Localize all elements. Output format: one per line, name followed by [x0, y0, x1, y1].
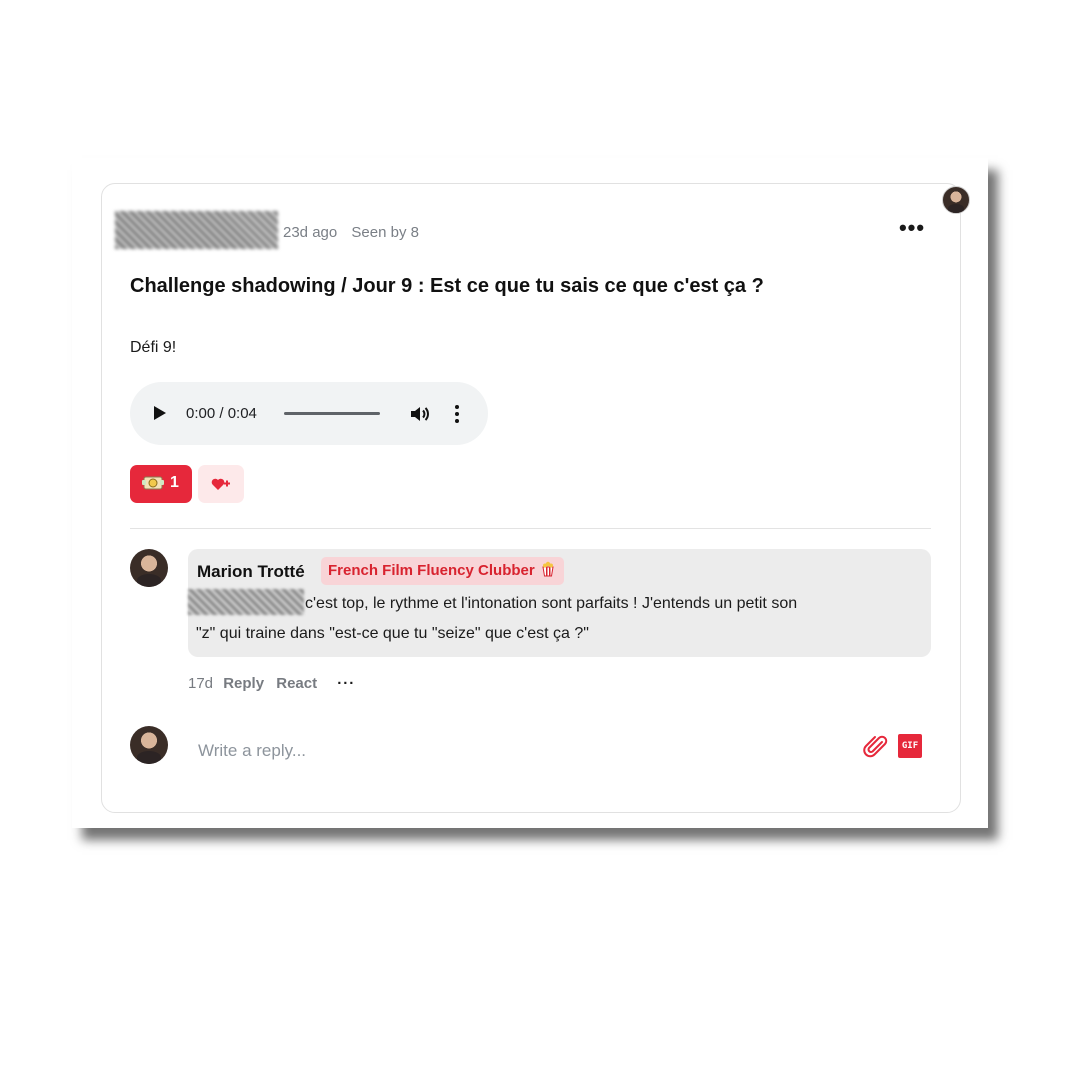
play-icon[interactable] — [154, 406, 166, 420]
heart-plus-icon — [211, 478, 230, 490]
post-meta: 23d ago Seen by 8 — [283, 224, 419, 241]
viewer-avatar[interactable] — [942, 186, 970, 214]
post-time: 23d ago — [283, 224, 338, 241]
popcorn-icon — [541, 559, 555, 587]
comment-more-icon[interactable]: ··· — [337, 675, 355, 692]
audio-options-icon[interactable] — [448, 402, 466, 426]
reply-input[interactable] — [196, 736, 840, 766]
member-badge: French Film Fluency Clubber — [321, 557, 564, 585]
reply-avatar — [130, 726, 168, 764]
author-name-redacted — [115, 211, 278, 249]
comment-text-line2: "z" qui traine dans "est-ce que tu "seiz… — [196, 625, 589, 642]
gif-icon[interactable]: GIF — [898, 734, 922, 758]
mention-redacted — [188, 589, 304, 615]
reaction-button[interactable]: 1 — [130, 465, 192, 503]
reply-link[interactable]: Reply — [223, 675, 264, 692]
comment-age: 17d — [188, 675, 214, 692]
more-horizontal-icon[interactable]: ••• — [898, 217, 926, 241]
paperclip-icon[interactable] — [862, 733, 890, 761]
badge-label: French Film Fluency Clubber — [328, 562, 535, 579]
seen-by-count[interactable]: Seen by 8 — [351, 224, 419, 241]
reaction-count: 1 — [170, 474, 179, 491]
divider — [130, 528, 931, 529]
comment-actions: 17d Reply React ··· — [188, 675, 355, 692]
post-title: Challenge shadowing / Jour 9 : Est ce qu… — [130, 275, 764, 297]
comment-author[interactable]: Marion Trotté — [197, 562, 305, 582]
react-link[interactable]: React — [276, 675, 317, 692]
add-reaction-button[interactable] — [198, 465, 244, 503]
money-face-icon — [142, 474, 164, 492]
comment-text-line1: c'est top, le rythme et l'intonation son… — [305, 595, 798, 612]
audio-player: 0:00 / 0:04 — [130, 382, 488, 445]
audio-time: 0:00 / 0:04 — [186, 405, 257, 422]
audio-seek-bar[interactable] — [284, 412, 380, 415]
volume-icon[interactable] — [408, 402, 432, 426]
post-body: Défi 9! — [130, 339, 177, 356]
commenter-avatar[interactable] — [130, 549, 168, 587]
